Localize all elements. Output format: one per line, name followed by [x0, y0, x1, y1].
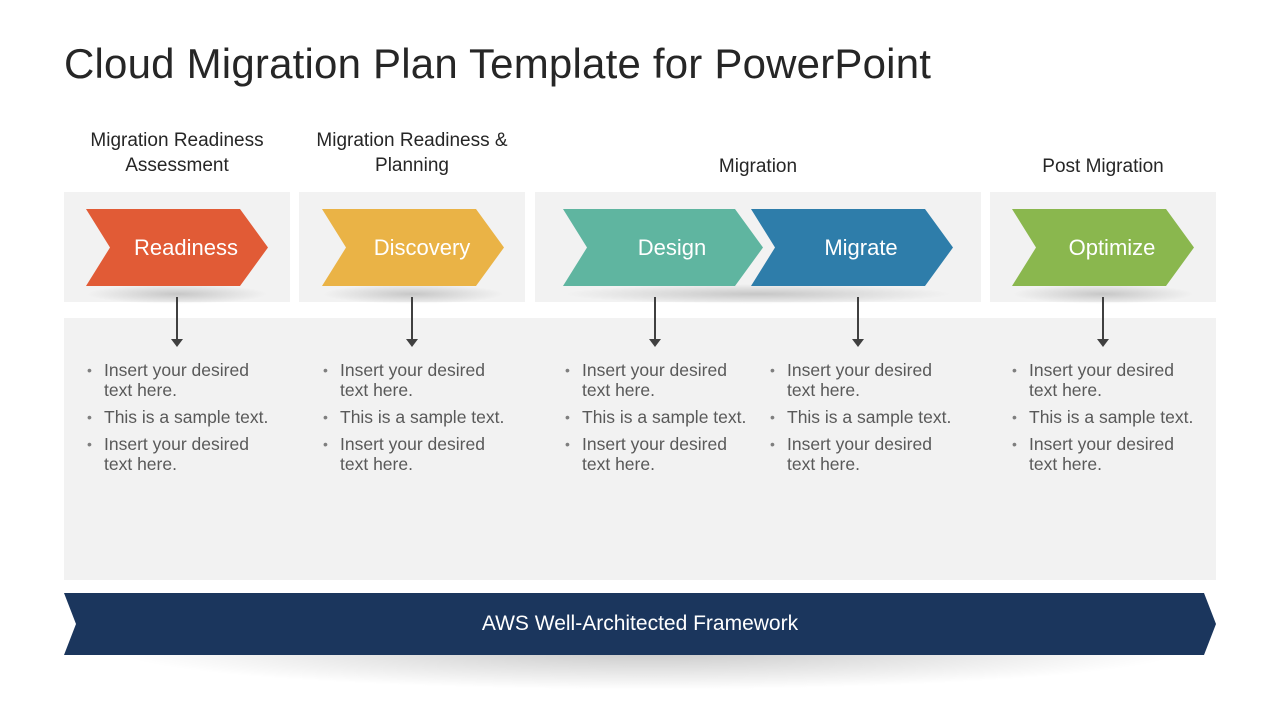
arrow-down-icon — [649, 339, 661, 347]
bullet-list-readiness: Insert your desired text here. This is a… — [85, 360, 270, 481]
phase-label-line: Planning — [375, 155, 449, 176]
phase-label-migration: Migration — [535, 154, 981, 179]
step-chevron-discovery: Discovery — [322, 209, 504, 286]
framework-banner: AWS Well-Architected Framework — [64, 593, 1216, 655]
connector-line — [654, 297, 656, 341]
bullet-item: Insert your desired text here. — [1010, 360, 1195, 400]
arrow-down-icon — [171, 339, 183, 347]
bullet-item: Insert your desired text here. — [321, 434, 506, 474]
bullet-list-migrate: Insert your desired text here. This is a… — [768, 360, 953, 481]
step-label: Discovery — [373, 234, 471, 260]
step-label: Design — [637, 234, 707, 260]
bullet-list-design: Insert your desired text here. This is a… — [563, 360, 748, 481]
bullet-item: Insert your desired text here. — [85, 360, 270, 400]
connector-line — [857, 297, 859, 341]
phase-label-line: Post Migration — [1042, 156, 1164, 177]
arrow-down-icon — [406, 339, 418, 347]
bullet-item: This is a sample text. — [563, 407, 748, 427]
bullet-item: This is a sample text. — [85, 407, 270, 427]
bullet-item: Insert your desired text here. — [1010, 434, 1195, 474]
phase-label-line: Migration Readiness — [90, 130, 264, 151]
step-chevron-migrate: Migrate — [751, 209, 953, 286]
connector-line — [411, 297, 413, 341]
bullet-item: Insert your desired text here. — [563, 360, 748, 400]
bullet-item: Insert your desired text here. — [85, 434, 270, 474]
banner-label: AWS Well-Architected Framework — [481, 612, 799, 635]
arrow-down-icon — [852, 339, 864, 347]
step-chevron-readiness: Readiness — [86, 209, 268, 286]
slide-title: Cloud Migration Plan Template for PowerP… — [64, 40, 932, 87]
phase-label-line: Migration — [718, 156, 798, 177]
bullet-item: Insert your desired text here. — [768, 434, 953, 474]
step-chevron-design: Design — [563, 209, 763, 286]
chevron-shadow — [322, 284, 504, 304]
connector-line — [1102, 297, 1104, 341]
bullet-item: This is a sample text. — [768, 407, 953, 427]
bullet-item: Insert your desired text here. — [563, 434, 748, 474]
phase-label-readiness-assessment: Migration Readiness Assessment — [64, 128, 290, 178]
step-chevron-optimize: Optimize — [1012, 209, 1194, 286]
bullet-list-optimize: Insert your desired text here. This is a… — [1010, 360, 1195, 481]
connector-line — [176, 297, 178, 341]
phase-label-post-migration: Post Migration — [990, 154, 1216, 179]
bullet-list-discovery: Insert your desired text here. This is a… — [321, 360, 506, 481]
phase-label-line: Assessment — [125, 155, 229, 176]
step-label: Readiness — [134, 234, 238, 260]
chevron-shadow — [563, 284, 953, 304]
phase-label-line: Migration Readiness & — [316, 130, 508, 151]
step-label: Migrate — [824, 234, 898, 260]
bullet-item: Insert your desired text here. — [321, 360, 506, 400]
phase-label-readiness-planning: Migration Readiness & Planning — [299, 128, 525, 178]
arrow-down-icon — [1097, 339, 1109, 347]
footer-shadow — [110, 650, 1190, 690]
step-label: Optimize — [1068, 234, 1156, 260]
bullet-item: This is a sample text. — [321, 407, 506, 427]
bullet-item: Insert your desired text here. — [768, 360, 953, 400]
bullet-item: This is a sample text. — [1010, 407, 1195, 427]
